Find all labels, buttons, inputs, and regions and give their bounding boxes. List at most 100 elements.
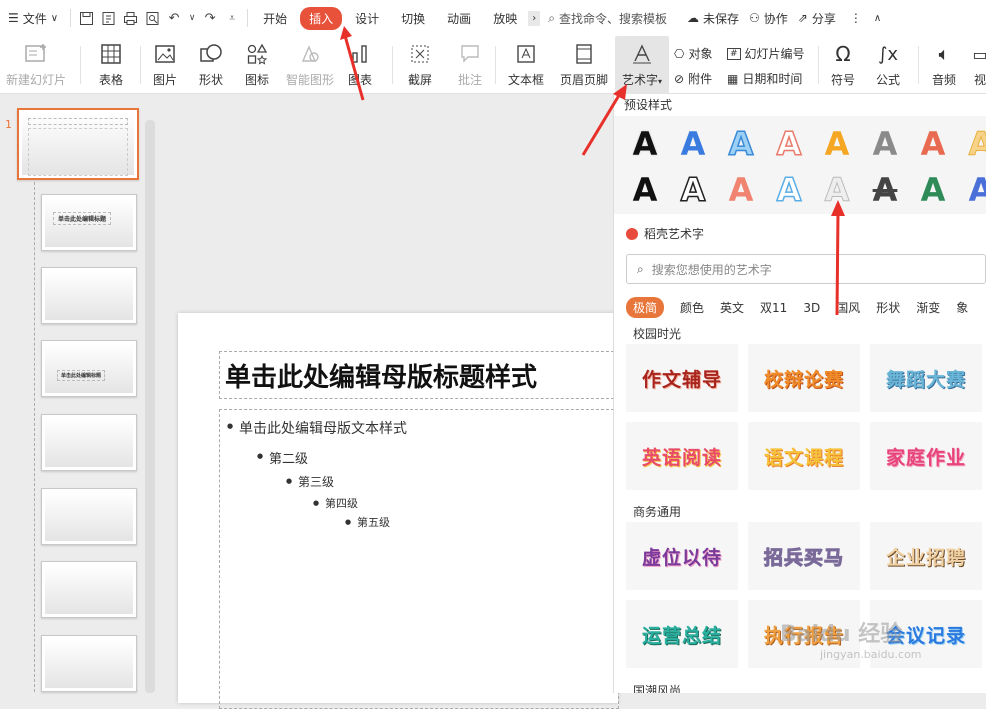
wordart-button[interactable]: 艺术字▾ bbox=[615, 36, 669, 94]
audio-button[interactable]: 🔈︎ 音频 bbox=[922, 36, 966, 94]
category-tab[interactable]: 双11 bbox=[760, 299, 787, 316]
wordart-template-card[interactable]: 英语阅读 bbox=[626, 422, 738, 490]
slide-number: 1 bbox=[5, 118, 12, 131]
category-tab[interactable]: 国风 bbox=[836, 299, 860, 316]
divider bbox=[392, 46, 393, 84]
header-footer-button[interactable]: 页眉页脚 bbox=[556, 36, 612, 94]
wordart-search-input[interactable]: ⌕ 搜索您想使用的艺术字 bbox=[626, 254, 986, 284]
wordart-preset-3[interactable]: A bbox=[717, 122, 765, 166]
undo-icon[interactable]: ↶ bbox=[166, 10, 182, 26]
thumbnail-content: 单击此处编辑标题 bbox=[45, 198, 133, 247]
command-search[interactable]: ⌕ 查找命令、搜索模板 bbox=[548, 10, 667, 27]
collab-button[interactable]: ⚇ 协作 bbox=[749, 10, 788, 27]
wordart-template-card[interactable]: 语文课程 bbox=[748, 422, 860, 490]
section-title: 商务通用 bbox=[633, 505, 682, 519]
chart-button[interactable]: 图表 bbox=[340, 36, 380, 94]
wordart-preset-8[interactable]: A bbox=[957, 122, 986, 166]
more-options-icon[interactable]: ⋮ bbox=[850, 11, 862, 25]
share-button[interactable]: ⇗ 分享 bbox=[798, 10, 836, 27]
textbox-label: 文本框 bbox=[507, 73, 544, 87]
wordart-preset-5[interactable]: A bbox=[813, 122, 861, 166]
new-slide-button[interactable]: 新建幻灯片 bbox=[2, 36, 70, 94]
slide-thumbnail-4[interactable]: 单击此处编辑标题 bbox=[41, 340, 137, 397]
category-tab[interactable]: 极简 bbox=[626, 297, 665, 318]
wordart-preset-9[interactable]: A bbox=[621, 168, 669, 212]
tab-insert[interactable]: 插入 bbox=[300, 6, 343, 30]
category-tab[interactable]: 英文 bbox=[720, 299, 744, 316]
undo-dropdown-icon[interactable]: ∨ bbox=[188, 10, 196, 26]
wordart-template-card[interactable]: 运营总结 bbox=[626, 600, 738, 668]
category-tab[interactable]: 象 bbox=[956, 299, 968, 316]
datetime-button[interactable]: ▦ 日期和时间 bbox=[727, 70, 802, 87]
print-preview-icon[interactable] bbox=[144, 10, 160, 26]
wordart-preset-11[interactable]: A bbox=[717, 168, 765, 212]
tab-transition[interactable]: 切换 bbox=[392, 7, 434, 30]
object-button[interactable]: ⎔ 对象 bbox=[674, 45, 713, 62]
screenshot-button[interactable]: 截屏 bbox=[398, 36, 442, 94]
thumbnail-title-placeholder bbox=[28, 118, 128, 125]
collapse-ribbon-icon[interactable]: ∧ bbox=[874, 13, 881, 24]
tab-animation[interactable]: 动画 bbox=[438, 7, 480, 30]
wordart-template-card[interactable]: 招兵买马 bbox=[748, 522, 860, 590]
wordart-template-card[interactable]: 虚位以待 bbox=[626, 522, 738, 590]
tab-slideshow[interactable]: 放映 bbox=[484, 7, 526, 30]
slide-thumbnail-7[interactable] bbox=[41, 561, 137, 618]
slide-number-button[interactable]: # 幻灯片编号 bbox=[727, 45, 805, 62]
comment-button[interactable]: 批注 bbox=[450, 36, 490, 94]
file-menu[interactable]: ☰ 文件 ∨ bbox=[0, 10, 66, 27]
wordart-template-card[interactable]: 舞蹈大赛 bbox=[870, 344, 982, 412]
slide-title-placeholder[interactable]: 单击此处编辑母版标题样式 bbox=[219, 351, 619, 399]
thumbnail-scrollbar[interactable] bbox=[145, 120, 155, 693]
customize-toolbar-icon[interactable]: ⩡ bbox=[224, 10, 240, 26]
wordart-preset-16[interactable]: A bbox=[957, 168, 986, 212]
wordart-preset-13[interactable]: A bbox=[813, 168, 861, 212]
daoke-label: 稻壳艺术字 bbox=[644, 227, 705, 241]
wordart-preset-2[interactable]: A bbox=[669, 122, 717, 166]
save-icon[interactable] bbox=[78, 10, 94, 26]
symbol-button[interactable]: Ω 符号 bbox=[822, 36, 864, 94]
category-tab[interactable]: 颜色 bbox=[680, 299, 704, 316]
slide-thumbnail-8[interactable] bbox=[41, 635, 137, 692]
wordart-template-card[interactable]: 企业招聘 bbox=[870, 522, 982, 590]
wordart-preset-6[interactable]: A bbox=[861, 122, 909, 166]
datetime-label: 日期和时间 bbox=[742, 72, 803, 86]
print-icon[interactable] bbox=[122, 10, 138, 26]
video-button[interactable]: ▭ 视 bbox=[968, 36, 986, 94]
icon-button[interactable]: 图标 bbox=[236, 36, 278, 94]
video-icon: ▭ bbox=[972, 44, 986, 64]
wordart-preset-12[interactable]: A bbox=[765, 168, 813, 212]
category-tab[interactable]: 形状 bbox=[876, 299, 900, 316]
smart-graphic-button[interactable]: 智能图形 bbox=[282, 36, 338, 94]
wordart-preset-14[interactable]: A bbox=[861, 168, 909, 212]
thumbnail-title: 单击此处编辑标题 bbox=[57, 370, 106, 381]
wordart-preset-10[interactable]: A bbox=[669, 168, 717, 212]
wordart-preset-7[interactable]: A bbox=[909, 122, 957, 166]
slide-thumbnail-5[interactable] bbox=[41, 414, 137, 471]
tab-design[interactable]: 设计 bbox=[346, 7, 388, 30]
tab-home[interactable]: 开始 bbox=[254, 7, 296, 30]
slide-thumbnail-2[interactable]: 单击此处编辑标题 bbox=[41, 194, 137, 251]
export-pdf-icon[interactable] bbox=[100, 10, 116, 26]
category-tab[interactable]: 渐变 bbox=[916, 299, 940, 316]
slide-thumbnail-6[interactable] bbox=[41, 488, 137, 545]
slide-canvas[interactable]: 单击此处编辑母版标题样式 单击此处编辑母版文本样式 第二级 第三级 第四级 第五… bbox=[178, 313, 619, 709]
more-tabs-button[interactable]: › bbox=[528, 10, 541, 26]
wordart-template-card[interactable]: 校辩论赛 bbox=[748, 344, 860, 412]
shape-button[interactable]: 形状 bbox=[190, 36, 232, 94]
formula-button[interactable]: ∫x 公式 bbox=[866, 36, 910, 94]
wordart-template-card[interactable]: 家庭作业 bbox=[870, 422, 982, 490]
slide-body-placeholder[interactable]: 单击此处编辑母版文本样式 第二级 第三级 第四级 第五级 bbox=[219, 409, 619, 709]
textbox-button[interactable]: 文本框 bbox=[500, 36, 552, 94]
wordart-preset-1[interactable]: A bbox=[621, 122, 669, 166]
wordart-template-card[interactable]: 作文辅导 bbox=[626, 344, 738, 412]
picture-button[interactable]: 图片 bbox=[144, 36, 186, 94]
category-tab[interactable]: 3D bbox=[803, 301, 820, 315]
attachment-button[interactable]: ⊘ 附件 bbox=[674, 70, 712, 87]
wordart-preset-15[interactable]: A bbox=[909, 168, 957, 212]
slide-thumbnail-1[interactable] bbox=[17, 108, 139, 180]
table-button[interactable]: 表格 bbox=[88, 36, 134, 94]
slide-thumbnail-3[interactable] bbox=[41, 267, 137, 324]
redo-icon[interactable]: ↷ bbox=[202, 10, 218, 26]
unsaved-status[interactable]: ☁ 未保存 bbox=[687, 10, 739, 27]
wordart-preset-4[interactable]: A bbox=[765, 122, 813, 166]
